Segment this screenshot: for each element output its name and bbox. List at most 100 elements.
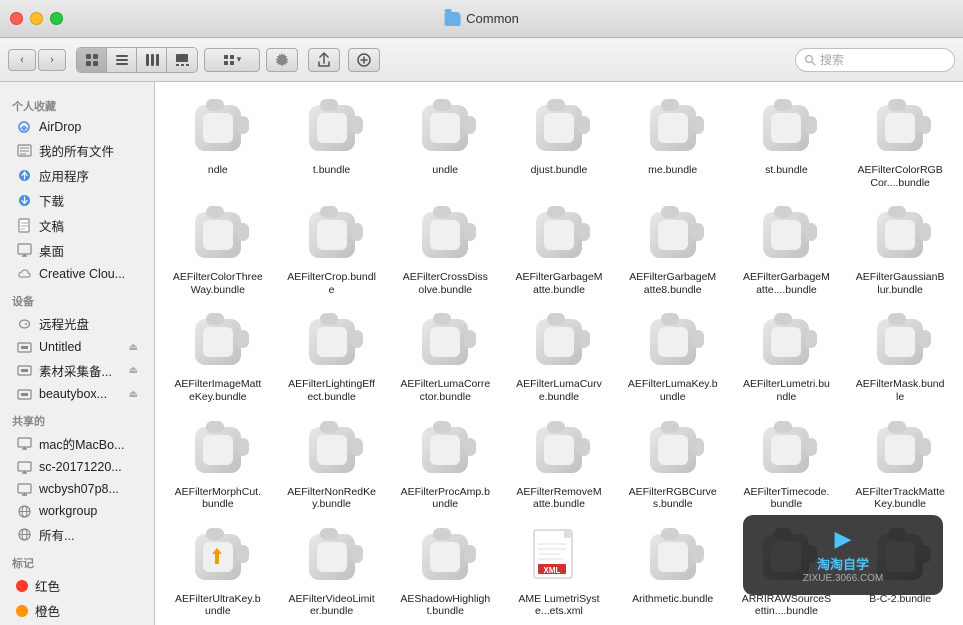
- search-box[interactable]: 搜索: [795, 48, 955, 72]
- sidebar-item-all-shared[interactable]: 所有...: [4, 522, 150, 547]
- main-wrapper: 个人收藏 AirDrop: [0, 82, 963, 625]
- sidebar-item-remote-disk[interactable]: 远程光盘: [4, 311, 150, 336]
- arrange-button[interactable]: ▾: [204, 48, 260, 72]
- sidebar-item-orange[interactable]: 橙色: [4, 598, 150, 623]
- file-item[interactable]: AEFilterImageMatteKey.bundle: [163, 304, 273, 407]
- file-item[interactable]: AEFilterMorphCut.bundle: [163, 412, 273, 515]
- sidebar-item-red-label: 红色: [35, 576, 60, 595]
- sidebar-item-airdrop[interactable]: AirDrop: [4, 116, 150, 138]
- bundle-icon: [300, 310, 364, 374]
- file-item[interactable]: AEFilterRGBCurves.bundle: [618, 412, 728, 515]
- sidebar-item-wcbysh[interactable]: wcbysh07p8...: [4, 478, 150, 500]
- icon-view-button[interactable]: [77, 48, 107, 72]
- bundle-svg: [755, 311, 817, 373]
- bundle-svg: [642, 311, 704, 373]
- sidebar-item-workgroup-label: workgroup: [39, 504, 97, 518]
- file-item[interactable]: AEFilterLumaCurve.bundle: [504, 304, 614, 407]
- sidebar-item-mac[interactable]: mac的MacBo...: [4, 431, 150, 456]
- file-item[interactable]: AEFilterGarbageMatte....bundle: [732, 197, 842, 300]
- sidebar-item-untitled[interactable]: Untitled ⏏: [4, 336, 150, 358]
- bundle-icon: [186, 525, 250, 589]
- settings-icon: [274, 52, 290, 68]
- gallery-view-button[interactable]: [167, 48, 197, 72]
- documents-icon: [16, 218, 32, 234]
- shared-section-title: 共享的: [0, 409, 154, 431]
- share-button[interactable]: [308, 48, 340, 72]
- gallery-view-icon: [175, 53, 189, 67]
- sidebar-item-documents[interactable]: 文稿: [4, 213, 150, 238]
- file-item[interactable]: AEFilterCrossDissolve.bundle: [390, 197, 500, 300]
- beautybox-eject-icon[interactable]: ⏏: [129, 389, 138, 400]
- file-item[interactable]: AEFilterColorRGBCor....bundle: [845, 90, 955, 193]
- forward-button[interactable]: ›: [38, 49, 66, 71]
- maximize-button[interactable]: [50, 12, 63, 25]
- sidebar-item-desktop-label: 桌面: [39, 241, 64, 260]
- file-item[interactable]: AEFilterLumaKey.bundle: [618, 304, 728, 407]
- bundle-icon: [754, 203, 818, 267]
- sidebar-item-applications[interactable]: 应用程序: [4, 163, 150, 188]
- sidebar-item-all-files[interactable]: 我的所有文件: [4, 138, 150, 163]
- file-item[interactable]: AEFilterProcAmp.bundle: [390, 412, 500, 515]
- orange-tag-dot: [16, 605, 28, 617]
- sidebar-item-downloads[interactable]: 下载: [4, 188, 150, 213]
- file-item[interactable]: XML AME LumetriSyste...ets.xml: [504, 519, 614, 622]
- column-view-button[interactable]: [137, 48, 167, 72]
- sidebar-item-orange-label: 橙色: [35, 601, 60, 620]
- bundle-icon: [413, 310, 477, 374]
- sidebar-item-beautybox[interactable]: beautybox... ⏏: [4, 383, 150, 405]
- minimize-button[interactable]: [30, 12, 43, 25]
- file-item[interactable]: AEFilterCrop.bundle: [277, 197, 387, 300]
- sidebar-item-sc2017[interactable]: sc-20171220...: [4, 456, 150, 478]
- file-item[interactable]: AEShadowHighlight.bundle: [390, 519, 500, 622]
- tag-button[interactable]: [348, 48, 380, 72]
- file-item[interactable]: AEFilterRemoveMatte.bundle: [504, 412, 614, 515]
- window-title: Common: [466, 11, 519, 26]
- back-button[interactable]: ‹: [8, 49, 36, 71]
- sidebar-item-material[interactable]: 素材采集备... ⏏: [4, 358, 150, 383]
- file-item[interactable]: st.bundle: [732, 90, 842, 193]
- file-item[interactable]: AEFilterLumetri.bundle: [732, 304, 842, 407]
- file-label: AEFilterGarbageMatte....bundle: [741, 271, 831, 296]
- bundle-icon: [868, 96, 932, 160]
- bundle-svg: [528, 204, 590, 266]
- sidebar-item-all-files-label: 我的所有文件: [39, 141, 114, 160]
- file-item[interactable]: AEFilterGaussianBlur.bundle: [845, 197, 955, 300]
- file-label: AEFilterLumaCurve.bundle: [514, 378, 604, 403]
- file-item[interactable]: ndle: [163, 90, 273, 193]
- sidebar-item-desktop[interactable]: 桌面: [4, 238, 150, 263]
- file-item[interactable]: AEFilterNonRedKey.bundle: [277, 412, 387, 515]
- window-title-area: Common: [444, 11, 519, 26]
- sidebar-item-applications-label: 应用程序: [39, 166, 89, 185]
- close-button[interactable]: [10, 12, 23, 25]
- file-item[interactable]: AEFilterMask.bundle: [845, 304, 955, 407]
- file-item[interactable]: AEFilterVideoLimiter.bundle: [277, 519, 387, 622]
- file-item[interactable]: AEFilterTrackMatteKey.bundle: [845, 412, 955, 515]
- file-item[interactable]: t.bundle: [277, 90, 387, 193]
- bundle-icon: [754, 96, 818, 160]
- sidebar-item-workgroup[interactable]: workgroup: [4, 500, 150, 522]
- bundle-svg: [414, 204, 476, 266]
- file-item[interactable]: AEFilterColorThreeWay.bundle: [163, 197, 273, 300]
- file-label: AME LumetriSyste...ets.xml: [514, 593, 604, 618]
- settings-button[interactable]: [266, 48, 298, 72]
- sidebar-item-creative-cloud[interactable]: Creative Clou...: [4, 263, 150, 285]
- file-item[interactable]: djust.bundle: [504, 90, 614, 193]
- untitled-eject-icon[interactable]: ⏏: [129, 342, 138, 353]
- view-buttons: [76, 47, 198, 73]
- file-item[interactable]: AEFilterLumaCorrector.bundle: [390, 304, 500, 407]
- file-item[interactable]: AEFilterGarbage​Matte8.bundle: [618, 197, 728, 300]
- sidebar-item-red[interactable]: 红色: [4, 573, 150, 598]
- bundle-svg: [755, 419, 817, 481]
- file-item[interactable]: Arithmetic.bundle: [618, 519, 728, 622]
- material-eject-icon[interactable]: ⏏: [129, 365, 138, 376]
- file-item[interactable]: AEFilterGarbage​Matte.bundle: [504, 197, 614, 300]
- file-item[interactable]: AEFilterUltraKey.bundle: [163, 519, 273, 622]
- file-item[interactable]: undle: [390, 90, 500, 193]
- file-item[interactable]: AEFilterLightingEffect.bundle: [277, 304, 387, 407]
- file-item[interactable]: AEFilterTimecode.bundle: [732, 412, 842, 515]
- list-view-button[interactable]: [107, 48, 137, 72]
- bundle-icon: [527, 310, 591, 374]
- file-label: st.bundle: [765, 164, 808, 177]
- file-item[interactable]: me.bundle: [618, 90, 728, 193]
- bundle-svg: [301, 419, 363, 481]
